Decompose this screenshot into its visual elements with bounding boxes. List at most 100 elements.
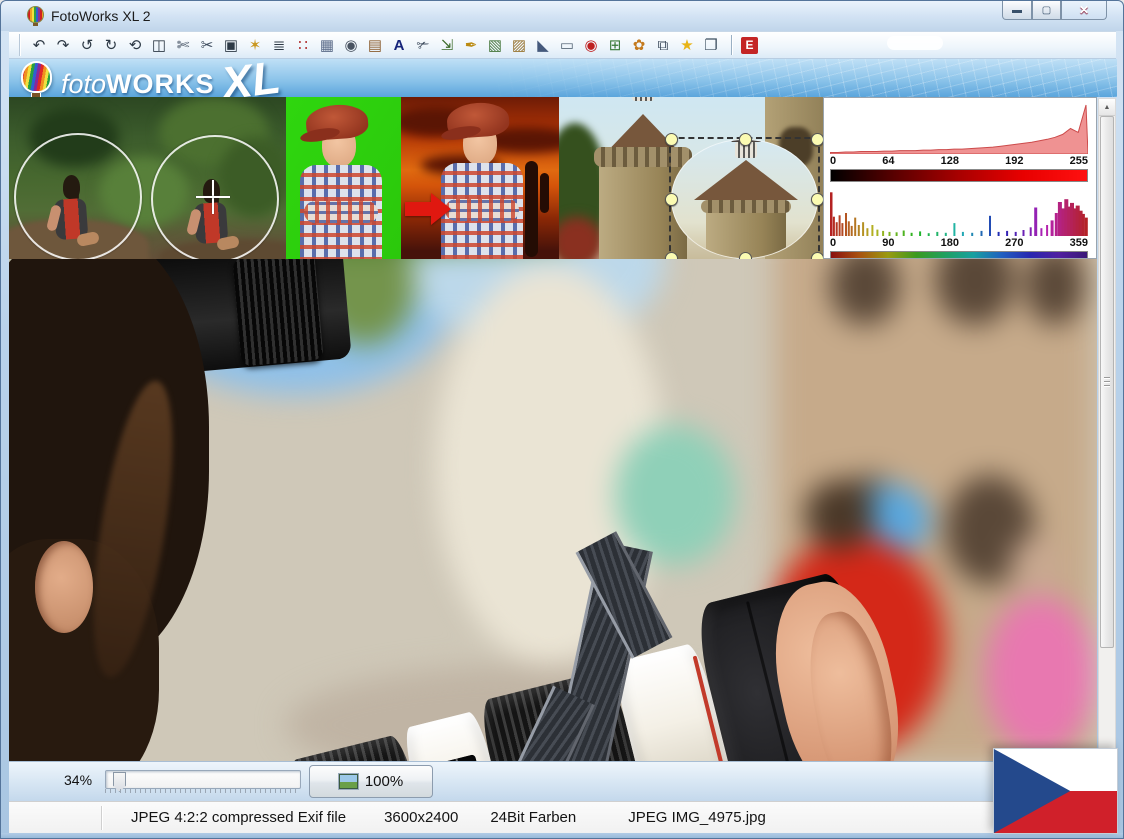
axis-tick-label: 359	[1070, 237, 1088, 249]
toolbar-highlight-patch	[887, 36, 943, 50]
import-image-icon[interactable]: ⇲	[435, 34, 459, 56]
photo-canvas[interactable]: 100	[9, 259, 1097, 761]
close-icon: ✕	[1079, 3, 1089, 17]
axis-tick-label: 180	[941, 237, 959, 249]
texture-frame-icon[interactable]: ▦	[315, 34, 339, 56]
balloon-basket-shape	[33, 23, 38, 26]
clone-cut-icon[interactable]: ✃	[411, 34, 435, 56]
selection-handle	[665, 133, 678, 146]
lens-distance-window	[422, 754, 487, 761]
window-title: FotoWorks XL 2	[51, 8, 151, 24]
selection-handle	[811, 193, 823, 206]
hue-histogram	[830, 188, 1088, 236]
e-tool-button[interactable]: E	[741, 37, 758, 54]
paint-bucket-icon[interactable]: ◣	[531, 34, 555, 56]
landscape-image-icon[interactable]: ▨	[507, 34, 531, 56]
rotate-right-90-icon[interactable]: ↷	[51, 34, 75, 56]
vignette-circle-overlay	[14, 133, 142, 259]
logo-works: WORKS	[106, 69, 215, 97]
cactus-arm	[540, 173, 549, 213]
hue-histogram-plot	[830, 188, 1088, 236]
framed-image-icon[interactable]: ⊞	[603, 34, 627, 56]
luminance-histogram	[830, 102, 1088, 154]
scrollbar-thumb[interactable]	[1100, 116, 1114, 648]
tower-cupola	[632, 97, 654, 101]
tower-battlement	[701, 200, 791, 213]
greenscreen-sample-image	[286, 97, 401, 259]
camera-dial	[232, 259, 323, 366]
toolbar-groove	[19, 34, 21, 56]
status-separator	[101, 806, 103, 830]
favorites-star-icon[interactable]: ★	[675, 34, 699, 56]
selection-handle	[739, 133, 752, 146]
axis-tick-label: 192	[1005, 155, 1023, 167]
luminance-gradient-bar	[830, 169, 1088, 182]
language-flag-button[interactable]	[993, 748, 1118, 834]
window-controls: ▬ ▢ ✕	[1002, 1, 1107, 20]
axis-tick-label: 255	[1070, 155, 1088, 167]
rotate-ccw-icon[interactable]: ↺	[75, 34, 99, 56]
title-bar: FotoWorks XL 2 ▬ ▢ ✕	[1, 1, 1123, 31]
red-eye-icon[interactable]: ◉	[579, 34, 603, 56]
photographer-ear	[35, 541, 93, 633]
photo-frame-icon[interactable]: ▤	[363, 34, 387, 56]
flip-mirror-icon[interactable]: ◫	[147, 34, 171, 56]
magic-wand-icon[interactable]: ✶	[243, 34, 267, 56]
print-copies-icon[interactable]: ❐	[699, 34, 723, 56]
image-zoom-icon	[339, 774, 358, 789]
flag-triangle	[994, 749, 1070, 833]
vertical-scrollbar[interactable]: ▲	[1098, 98, 1116, 761]
scissors-icon[interactable]: ✂	[195, 34, 219, 56]
logo-text: fotoWORKSXL	[61, 60, 279, 97]
status-dimensions: 3600x2400	[384, 809, 458, 826]
shapes-copy-icon[interactable]: ⧉	[651, 34, 675, 56]
rotate-angle-icon[interactable]: ⟲	[123, 34, 147, 56]
camera-icon[interactable]: ◉	[339, 34, 363, 56]
status-file-info: JPEG 4:2:2 compressed Exif file	[131, 809, 346, 826]
color-levels-icon[interactable]: ∷	[291, 34, 315, 56]
axis-tick-label: 0	[830, 155, 836, 167]
tower-roof	[694, 160, 798, 200]
zoom-slider-track[interactable]	[105, 770, 301, 789]
close-button[interactable]: ✕	[1061, 1, 1107, 20]
maximize-icon: ▢	[1042, 5, 1051, 16]
selection-handle	[739, 252, 752, 259]
rotate-cw-icon[interactable]: ↻	[99, 34, 123, 56]
monitor-icon[interactable]: ▭	[555, 34, 579, 56]
maximize-button[interactable]: ▢	[1032, 1, 1061, 20]
hue-gradient-bar	[830, 251, 1088, 259]
gift-icon[interactable]: ✿	[627, 34, 651, 56]
arrow-shaft	[405, 202, 431, 216]
banner-grid-pattern	[474, 59, 1117, 97]
pen-tool-icon[interactable]: ✒	[459, 34, 483, 56]
status-color-depth: 24Bit Farben	[490, 809, 576, 826]
arrow-head	[431, 193, 451, 225]
zoom-100-label: 100%	[365, 773, 403, 790]
zoom-percent-label: 34%	[64, 772, 92, 788]
crop-frame-icon[interactable]: ▣	[219, 34, 243, 56]
castle-selection-sample-image	[559, 97, 823, 259]
boy-figure	[298, 103, 384, 259]
boy-figure	[439, 101, 525, 259]
zoom-bar: 34% 100%	[9, 761, 1116, 801]
selection-handle	[665, 193, 678, 206]
free-crop-icon[interactable]: ✄	[171, 34, 195, 56]
logo-balloon-icon	[21, 61, 51, 95]
window-bottom-border	[1, 833, 1123, 839]
scrollbar-up-button[interactable]: ▲	[1099, 99, 1115, 116]
zoom-ellipse-preview	[671, 139, 818, 259]
rotate-left-90-icon[interactable]: ↶	[27, 34, 51, 56]
scrollbar-grip	[1104, 377, 1110, 389]
minimize-button[interactable]: ▬	[1002, 1, 1032, 20]
cactus-silhouette	[525, 161, 538, 257]
balloon-shape	[21, 61, 52, 93]
balloon-shape	[27, 6, 44, 23]
app-balloon-icon	[27, 6, 44, 25]
brightness-levels-icon[interactable]: ≣	[267, 34, 291, 56]
zoom-100-button[interactable]: 100%	[309, 765, 433, 798]
selection-handle	[811, 252, 823, 259]
text-tool-icon[interactable]: A	[387, 34, 411, 56]
effects-image-icon[interactable]: ▧	[483, 34, 507, 56]
main-toolbar: ↶↷↺↻⟲◫✄✂▣✶≣∷▦◉▤A✃⇲✒▧▨◣▭◉⊞✿⧉★❐ E	[9, 31, 1116, 59]
photo-foreground: 100	[9, 259, 1097, 761]
